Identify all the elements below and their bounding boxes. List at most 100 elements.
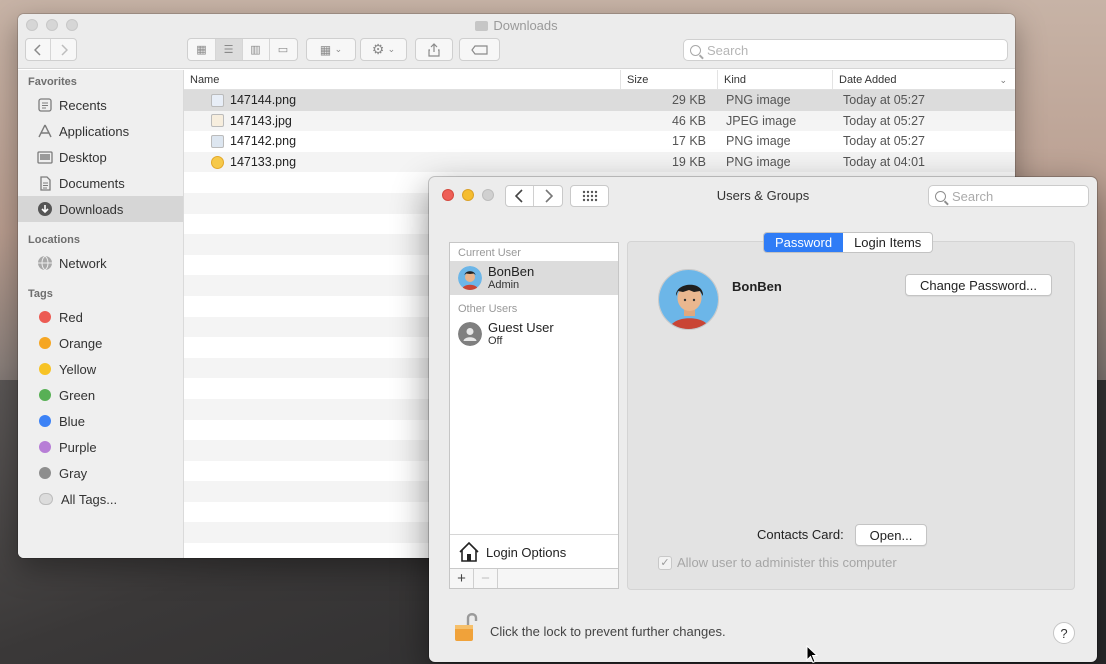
column-view-icon[interactable]: ▥ (243, 39, 270, 60)
list-view-icon[interactable]: ☰ (215, 39, 243, 60)
column-header-name[interactable]: Name (184, 70, 621, 89)
globe-icon (37, 255, 53, 271)
add-user-button[interactable]: + (450, 569, 474, 588)
sidebar-item-applications[interactable]: Applications (18, 118, 183, 144)
sidebar-item-label: Green (59, 387, 96, 403)
sidebar-item-tag[interactable]: Gray (18, 460, 183, 486)
tab-login-items[interactable]: Login Items (843, 233, 932, 252)
tab-password[interactable]: Password (764, 233, 844, 252)
sidebar-item-label: Orange (59, 335, 103, 351)
file-date: Today at 04:01 (843, 155, 926, 170)
sidebar-item-tag[interactable]: Red (18, 304, 183, 330)
chevron-left-icon (34, 43, 41, 56)
change-password-button[interactable]: Change Password... (905, 274, 1052, 296)
sidebar-item-tag[interactable]: All Tags... (18, 486, 183, 512)
tag-icon (470, 44, 488, 55)
share-button[interactable] (415, 38, 453, 61)
chevron-down-icon: ⌄ (999, 75, 1007, 85)
column-header-kind[interactable]: Kind (718, 70, 833, 89)
sidebar-item-tag[interactable]: Blue (18, 408, 183, 434)
sidebar-item-tag[interactable]: Yellow (18, 356, 183, 382)
sidebar-item-tag[interactable]: Orange (18, 330, 183, 356)
finder-sidebar: Favorites Recents Applications Desktop D… (18, 70, 184, 558)
desktop-icon (37, 150, 53, 164)
login-options-label: Login Options (486, 544, 567, 560)
tag-color-dot-icon (39, 441, 51, 453)
group-icon: ▦ (319, 42, 332, 57)
list-buttons: + − (450, 568, 618, 588)
user-full-name: BonBen (732, 279, 782, 294)
back-button[interactable] (26, 39, 51, 60)
login-options-item[interactable]: Login Options (450, 534, 618, 569)
window-title: Downloads (18, 18, 1015, 33)
folder-icon (475, 21, 489, 31)
file-date: Today at 05:27 (843, 113, 926, 128)
prefs-search-input[interactable]: Search (928, 185, 1089, 207)
guest-avatar-icon (458, 322, 482, 346)
file-kind: PNG image (726, 93, 791, 108)
column-headers: Name Size Kind Date Added ⌄ (184, 70, 1015, 90)
table-row[interactable]: 147133.png 19 KB PNG image Today at 04:01 (184, 151, 1015, 173)
file-name-cell: 147143.jpg (184, 114, 621, 128)
lock-icon[interactable] (453, 611, 479, 643)
sidebar-item-tag[interactable]: Purple (18, 434, 183, 460)
allow-admin-label: Allow user to administer this computer (677, 555, 897, 570)
action-button[interactable]: ⚙ ⌄ (360, 38, 407, 61)
house-icon (459, 541, 479, 562)
icon-view-icon[interactable]: ▦ (189, 39, 216, 60)
file-name: 147144.png (230, 93, 297, 108)
user-name: Guest User (488, 319, 554, 335)
forward-button[interactable] (51, 39, 76, 60)
user-item-guest[interactable]: Guest User Off (450, 317, 618, 351)
column-header-date[interactable]: Date Added ⌄ (833, 70, 1015, 89)
sidebar-item-label: Documents (59, 175, 125, 191)
sidebar-item-label: Gray (59, 465, 88, 481)
back-forward-buttons (25, 38, 77, 61)
sidebar-item-label: Network (59, 255, 107, 271)
remove-user-button[interactable]: − (474, 569, 498, 588)
sidebar-item-tag[interactable]: Green (18, 382, 183, 408)
gear-icon: ⚙ (371, 41, 385, 57)
sidebar-item-recents[interactable]: Recents (18, 92, 183, 118)
sidebar-item-label: All Tags... (61, 491, 118, 507)
group-by-button[interactable]: ▦ ⌄ (306, 38, 356, 61)
table-row[interactable]: 147142.png 17 KB PNG image Today at 05:27 (184, 131, 1015, 152)
user-item-bonben[interactable]: BonBen Admin (450, 261, 618, 295)
open-contacts-button[interactable]: Open... (855, 524, 927, 546)
downloads-icon (37, 202, 53, 216)
table-row[interactable]: 147143.jpg 46 KB JPEG image Today at 05:27 (184, 110, 1015, 132)
sidebar-item-desktop[interactable]: Desktop (18, 144, 183, 170)
search-input[interactable]: Search (683, 39, 1008, 61)
sidebar-item-network[interactable]: Network (18, 250, 183, 276)
documents-icon (37, 175, 53, 191)
search-placeholder: Search (707, 42, 749, 58)
table-row[interactable]: 147144.png 29 KB PNG image Today at 05:27 (184, 90, 1015, 111)
file-name: 147143.jpg (230, 113, 292, 128)
file-name-cell: 147144.png (184, 93, 621, 107)
sidebar-item-label: Red (59, 309, 83, 325)
user-avatar[interactable] (658, 269, 719, 330)
tag-color-dot-icon (39, 467, 51, 479)
search-placeholder: Search (952, 188, 994, 204)
gallery-view-icon[interactable]: ▭ (270, 39, 297, 60)
other-users-heading: Other Users (458, 303, 518, 315)
help-button[interactable]: ? (1053, 622, 1075, 644)
tags-button[interactable] (459, 38, 500, 61)
column-header-size[interactable]: Size (621, 70, 718, 89)
chevron-down-icon: ⌄ (334, 44, 343, 54)
sidebar-item-downloads[interactable]: Downloads (18, 196, 183, 222)
mouse-cursor-icon (806, 645, 818, 664)
tag-color-dot-icon (39, 337, 51, 349)
sidebar-heading-locations: Locations (28, 234, 80, 246)
file-date: Today at 05:27 (843, 93, 926, 108)
allow-admin-checkbox[interactable]: ✓ Allow user to administer this computer (658, 555, 897, 570)
sidebar-item-documents[interactable]: Documents (18, 170, 183, 196)
search-icon (935, 190, 946, 202)
sidebar-heading-tags: Tags (28, 288, 53, 300)
checkmark-icon: ✓ (658, 555, 672, 570)
file-size: 19 KB (671, 155, 706, 170)
sidebar-item-label: Recents (59, 97, 107, 113)
contacts-card-label: Contacts Card: (757, 527, 844, 542)
file-name: 147133.png (230, 155, 297, 170)
search-icon (690, 44, 701, 56)
